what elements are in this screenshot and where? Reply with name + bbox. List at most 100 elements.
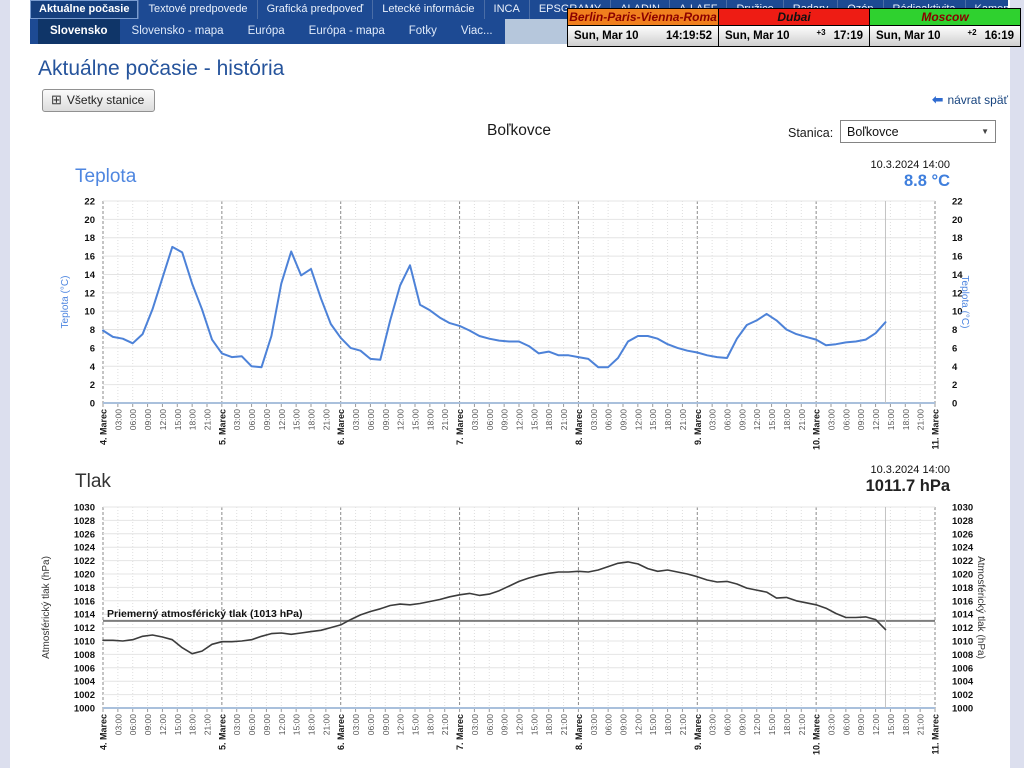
nav-tab-inca[interactable]: INCA [485,0,530,19]
y-tick-label: 18 [84,233,95,244]
x-tick-label: 6. Marec [336,714,346,750]
clock-time-row: Sun, Mar 1014:19:52 [568,26,718,46]
x-tick-label: 03:00 [589,409,599,431]
x-tick-label: 18:00 [425,714,435,736]
y-tick-label: 12 [84,288,95,299]
subnav-tab-slovensko[interactable]: Slovensko [38,19,120,44]
y-tick-label: 1030 [74,503,95,514]
x-tick-label: 18:00 [544,409,554,431]
y-tick-label: 1022 [74,556,95,567]
x-tick-label: 15:00 [529,714,539,736]
x-tick-label: 09:00 [500,714,510,736]
x-tick-label: 11. Marec [931,714,941,755]
x-tick-label: 21:00 [678,409,688,431]
y-tick-label: 1020 [952,570,973,581]
x-tick-label: 12:00 [752,714,762,736]
all-stations-button[interactable]: ⊞ Všetky stanice [42,89,155,112]
clock-time: 16:19 [985,30,1014,42]
x-tick-label: 03:00 [708,714,718,736]
x-tick-label: 06:00 [366,409,376,431]
y-tick-label: 4 [952,362,958,373]
pressure-chart-title: Tlak [75,471,111,493]
nav-tab-textov-predpovede[interactable]: Textové predpovede [139,0,257,19]
x-tick-label: 09:00 [381,409,391,431]
x-tick-label: 06:00 [128,409,138,431]
x-tick-label: 21:00 [440,409,450,431]
y-tick-label: 1012 [74,623,95,634]
y-tick-label: 1028 [952,516,973,527]
x-tick-label: 15:00 [767,714,777,736]
x-tick-label: 21:00 [916,409,926,431]
y-tick-label: 22 [84,197,95,208]
x-tick-label: 15:00 [886,714,896,736]
clock-time-row: Sun, Mar 10+317:19 [719,26,869,46]
temperature-line [103,247,886,367]
clock-time: 14:19:52 [666,30,712,42]
clock-date: Sun, Mar 10 [725,30,790,42]
x-tick-label: 5. Marec [217,409,227,445]
table-grid-icon: ⊞ [51,94,62,106]
x-tick-label: 09:00 [737,409,747,431]
y-tick-label: 1000 [74,704,95,715]
x-tick-label: 18:00 [188,409,198,431]
station-select[interactable]: Boľkovce ▼ [840,120,996,143]
nav-tab-grafick-predpove[interactable]: Grafická predpoveď [258,0,374,19]
x-tick-label: 18:00 [663,409,673,431]
y-axis-title-left: Teplota (°C) [60,276,71,329]
y-tick-label: 1012 [952,623,973,634]
y-tick-label: 18 [952,233,963,244]
x-tick-label: 06:00 [485,409,495,431]
x-tick-label: 03:00 [232,409,242,431]
y-tick-label: 1016 [952,596,973,607]
x-tick-label: 7. Marec [455,714,465,750]
x-tick-label: 09:00 [262,714,272,736]
clock-berlin-paris-vienna-roma: Berlin-Paris-Vienna-RomaSun, Mar 1014:19… [567,8,719,47]
x-tick-label: 03:00 [351,714,361,736]
x-tick-label: 09:00 [619,714,629,736]
subnav-tab-eur-pa[interactable]: Európa [236,19,297,44]
subnav-tab-viac[interactable]: Viac... [449,19,505,44]
x-tick-label: 15:00 [767,409,777,431]
x-tick-label: 03:00 [470,714,480,736]
y-tick-label: 1004 [952,677,974,688]
y-tick-label: 1000 [952,704,973,715]
y-tick-label: 1004 [74,677,96,688]
x-tick-label: 06:00 [604,714,614,736]
x-tick-label: 06:00 [723,409,733,431]
y-tick-label: 1026 [952,529,973,540]
pressure-chart: 4. Marec03:0006:0009:0012:0015:0018:0021… [40,500,990,768]
x-tick-label: 12:00 [633,409,643,431]
x-tick-label: 15:00 [411,714,421,736]
back-link[interactable]: ⬅návrat späť [858,92,1008,108]
x-tick-label: 18:00 [188,714,198,736]
y-tick-label: 1014 [74,610,96,621]
station-title: Boľkovce [419,122,619,140]
clock-date: Sun, Mar 10 [876,30,941,42]
y-tick-label: 1028 [74,516,95,527]
y-tick-label: 1026 [74,529,95,540]
y-tick-label: 1022 [952,556,973,567]
y-axis-title-right: Atmosférický tlak (hPa) [975,556,986,659]
clock-utc-offset: +2 [967,28,976,37]
world-clocks: Berlin-Paris-Vienna-RomaSun, Mar 1014:19… [568,8,1021,47]
nav-tab-leteck-inform-cie[interactable]: Letecké informácie [373,0,484,19]
page-content: Aktuálne počasieTextové predpovedeGrafic… [10,0,1010,768]
y-tick-label: 1006 [952,663,973,674]
x-tick-label: 09:00 [262,409,272,431]
nav-tab-aktu-lne-po-asie[interactable]: Aktuálne počasie [30,0,139,19]
y-tick-label: 2 [90,380,95,391]
y-tick-label: 1002 [74,690,95,701]
y-tick-label: 1010 [952,637,973,648]
subnav-tab-fotky[interactable]: Fotky [397,19,449,44]
x-tick-label: 03:00 [827,714,837,736]
x-tick-label: 15:00 [292,714,302,736]
left-arrow-icon: ⬅ [932,92,944,108]
x-tick-label: 06:00 [485,714,495,736]
subnav-tab-slovensko-mapa[interactable]: Slovensko - mapa [120,19,236,44]
subnav-tab-eur-pa-mapa[interactable]: Európa - mapa [297,19,397,44]
mean-pressure-label: Priemerný atmosférický tlak (1013 hPa) [107,608,303,620]
y-tick-label: 10 [84,307,95,318]
x-tick-label: 18:00 [425,409,435,431]
y-tick-label: 8 [952,325,957,336]
x-tick-label: 09:00 [619,409,629,431]
